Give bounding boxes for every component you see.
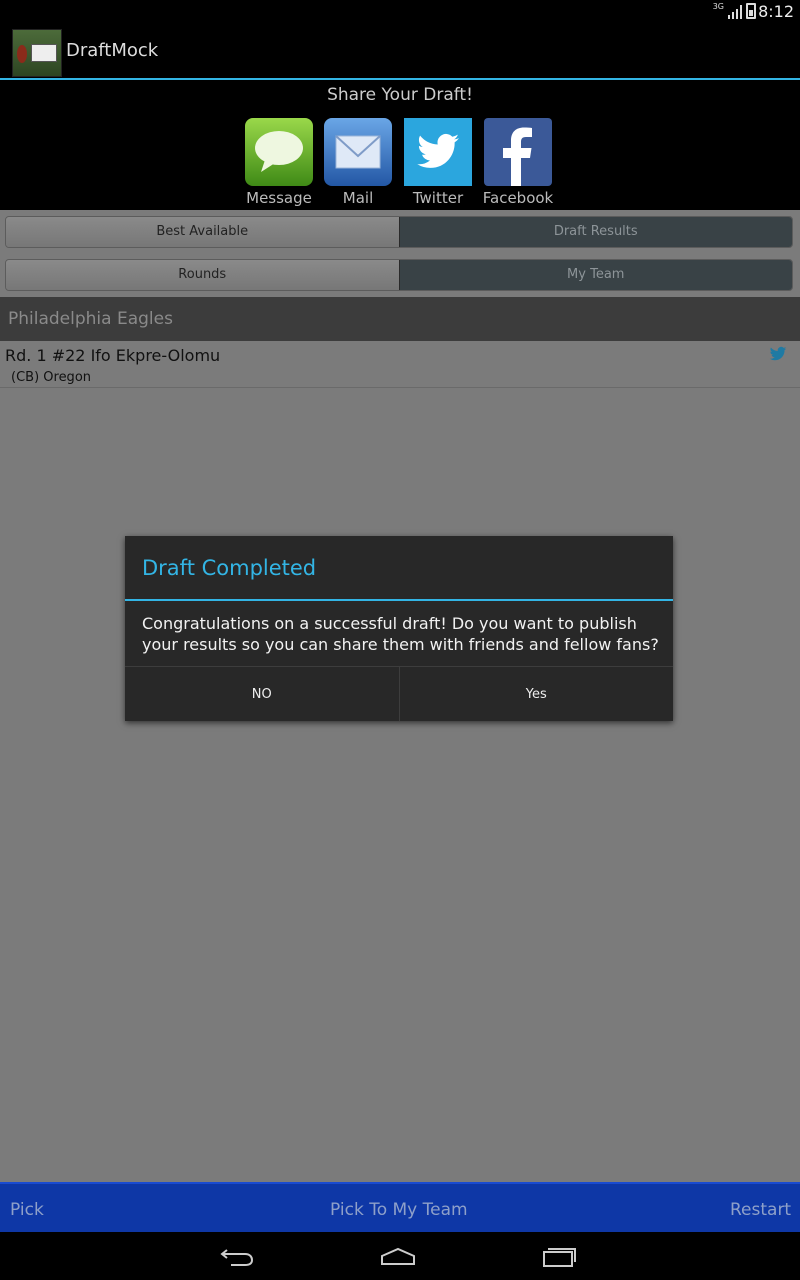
twitter-bird-icon <box>404 118 472 186</box>
results-view-toggle: Rounds My Team <box>5 259 793 291</box>
team-name: Philadelphia Eagles <box>8 309 173 329</box>
draft-view-toggle: Best Available Draft Results <box>5 216 793 248</box>
share-facebook-label: Facebook <box>482 189 554 207</box>
dialog-divider <box>125 599 673 601</box>
share-title: Share Your Draft! <box>327 85 473 105</box>
team-header: Philadelphia Eagles <box>0 297 800 341</box>
draft-completed-dialog: Draft Completed Congratulations on a suc… <box>125 536 673 721</box>
network-type: 3G <box>712 2 724 11</box>
twitter-bird-icon[interactable] <box>768 345 788 363</box>
dialog-title: Draft Completed <box>142 556 317 580</box>
pick-title: Rd. 1 #22 Ifo Ekpre-Olomu <box>5 346 221 365</box>
app-logo-icon[interactable] <box>12 29 62 77</box>
share-panel: Share Your Draft! Message Mail Twitter F… <box>0 82 800 210</box>
message-bubble-icon <box>245 118 313 186</box>
battery-icon <box>746 3 756 19</box>
share-twitter-label: Twitter <box>412 189 464 207</box>
tab-rounds[interactable]: Rounds <box>6 260 399 290</box>
back-icon[interactable] <box>217 1244 257 1268</box>
no-button[interactable]: NO <box>125 667 399 721</box>
dialog-button-bar: NO Yes <box>125 666 673 721</box>
share-mail-label: Mail <box>342 189 374 207</box>
action-bar: DraftMock <box>0 25 800 80</box>
share-twitter-button[interactable]: Twitter <box>398 118 478 207</box>
share-facebook-button[interactable]: Facebook <box>478 118 558 207</box>
dialog-message: Congratulations on a successful draft! D… <box>142 614 659 654</box>
share-mail-button[interactable]: Mail <box>318 118 398 207</box>
pick-button[interactable]: Pick <box>10 1200 44 1220</box>
share-message-label: Message <box>246 189 312 207</box>
mail-envelope-icon <box>324 118 392 186</box>
signal-icon <box>728 5 742 19</box>
tab-best-available[interactable]: Best Available <box>6 217 399 247</box>
facebook-f-icon <box>484 118 552 186</box>
home-icon[interactable] <box>378 1244 418 1268</box>
list-item[interactable]: Rd. 1 #22 Ifo Ekpre-Olomu (CB) Oregon <box>0 341 800 388</box>
system-nav-bar <box>0 1232 800 1280</box>
share-message-button[interactable]: Message <box>239 118 319 207</box>
tab-draft-results[interactable]: Draft Results <box>398 217 792 247</box>
status-bar: 3G 8:12 <box>0 0 800 25</box>
pick-subtitle: (CB) Oregon <box>11 370 92 385</box>
pick-to-my-team-button[interactable]: Pick To My Team <box>330 1200 468 1220</box>
app-title: DraftMock <box>66 40 159 61</box>
status-clock: 8:12 <box>758 2 794 21</box>
yes-button[interactable]: Yes <box>398 667 674 721</box>
bottom-action-bar: Pick Pick To My Team Restart <box>0 1182 800 1232</box>
tab-my-team[interactable]: My Team <box>398 260 792 290</box>
restart-button[interactable]: Restart <box>730 1200 800 1220</box>
recent-apps-icon[interactable] <box>540 1244 580 1268</box>
